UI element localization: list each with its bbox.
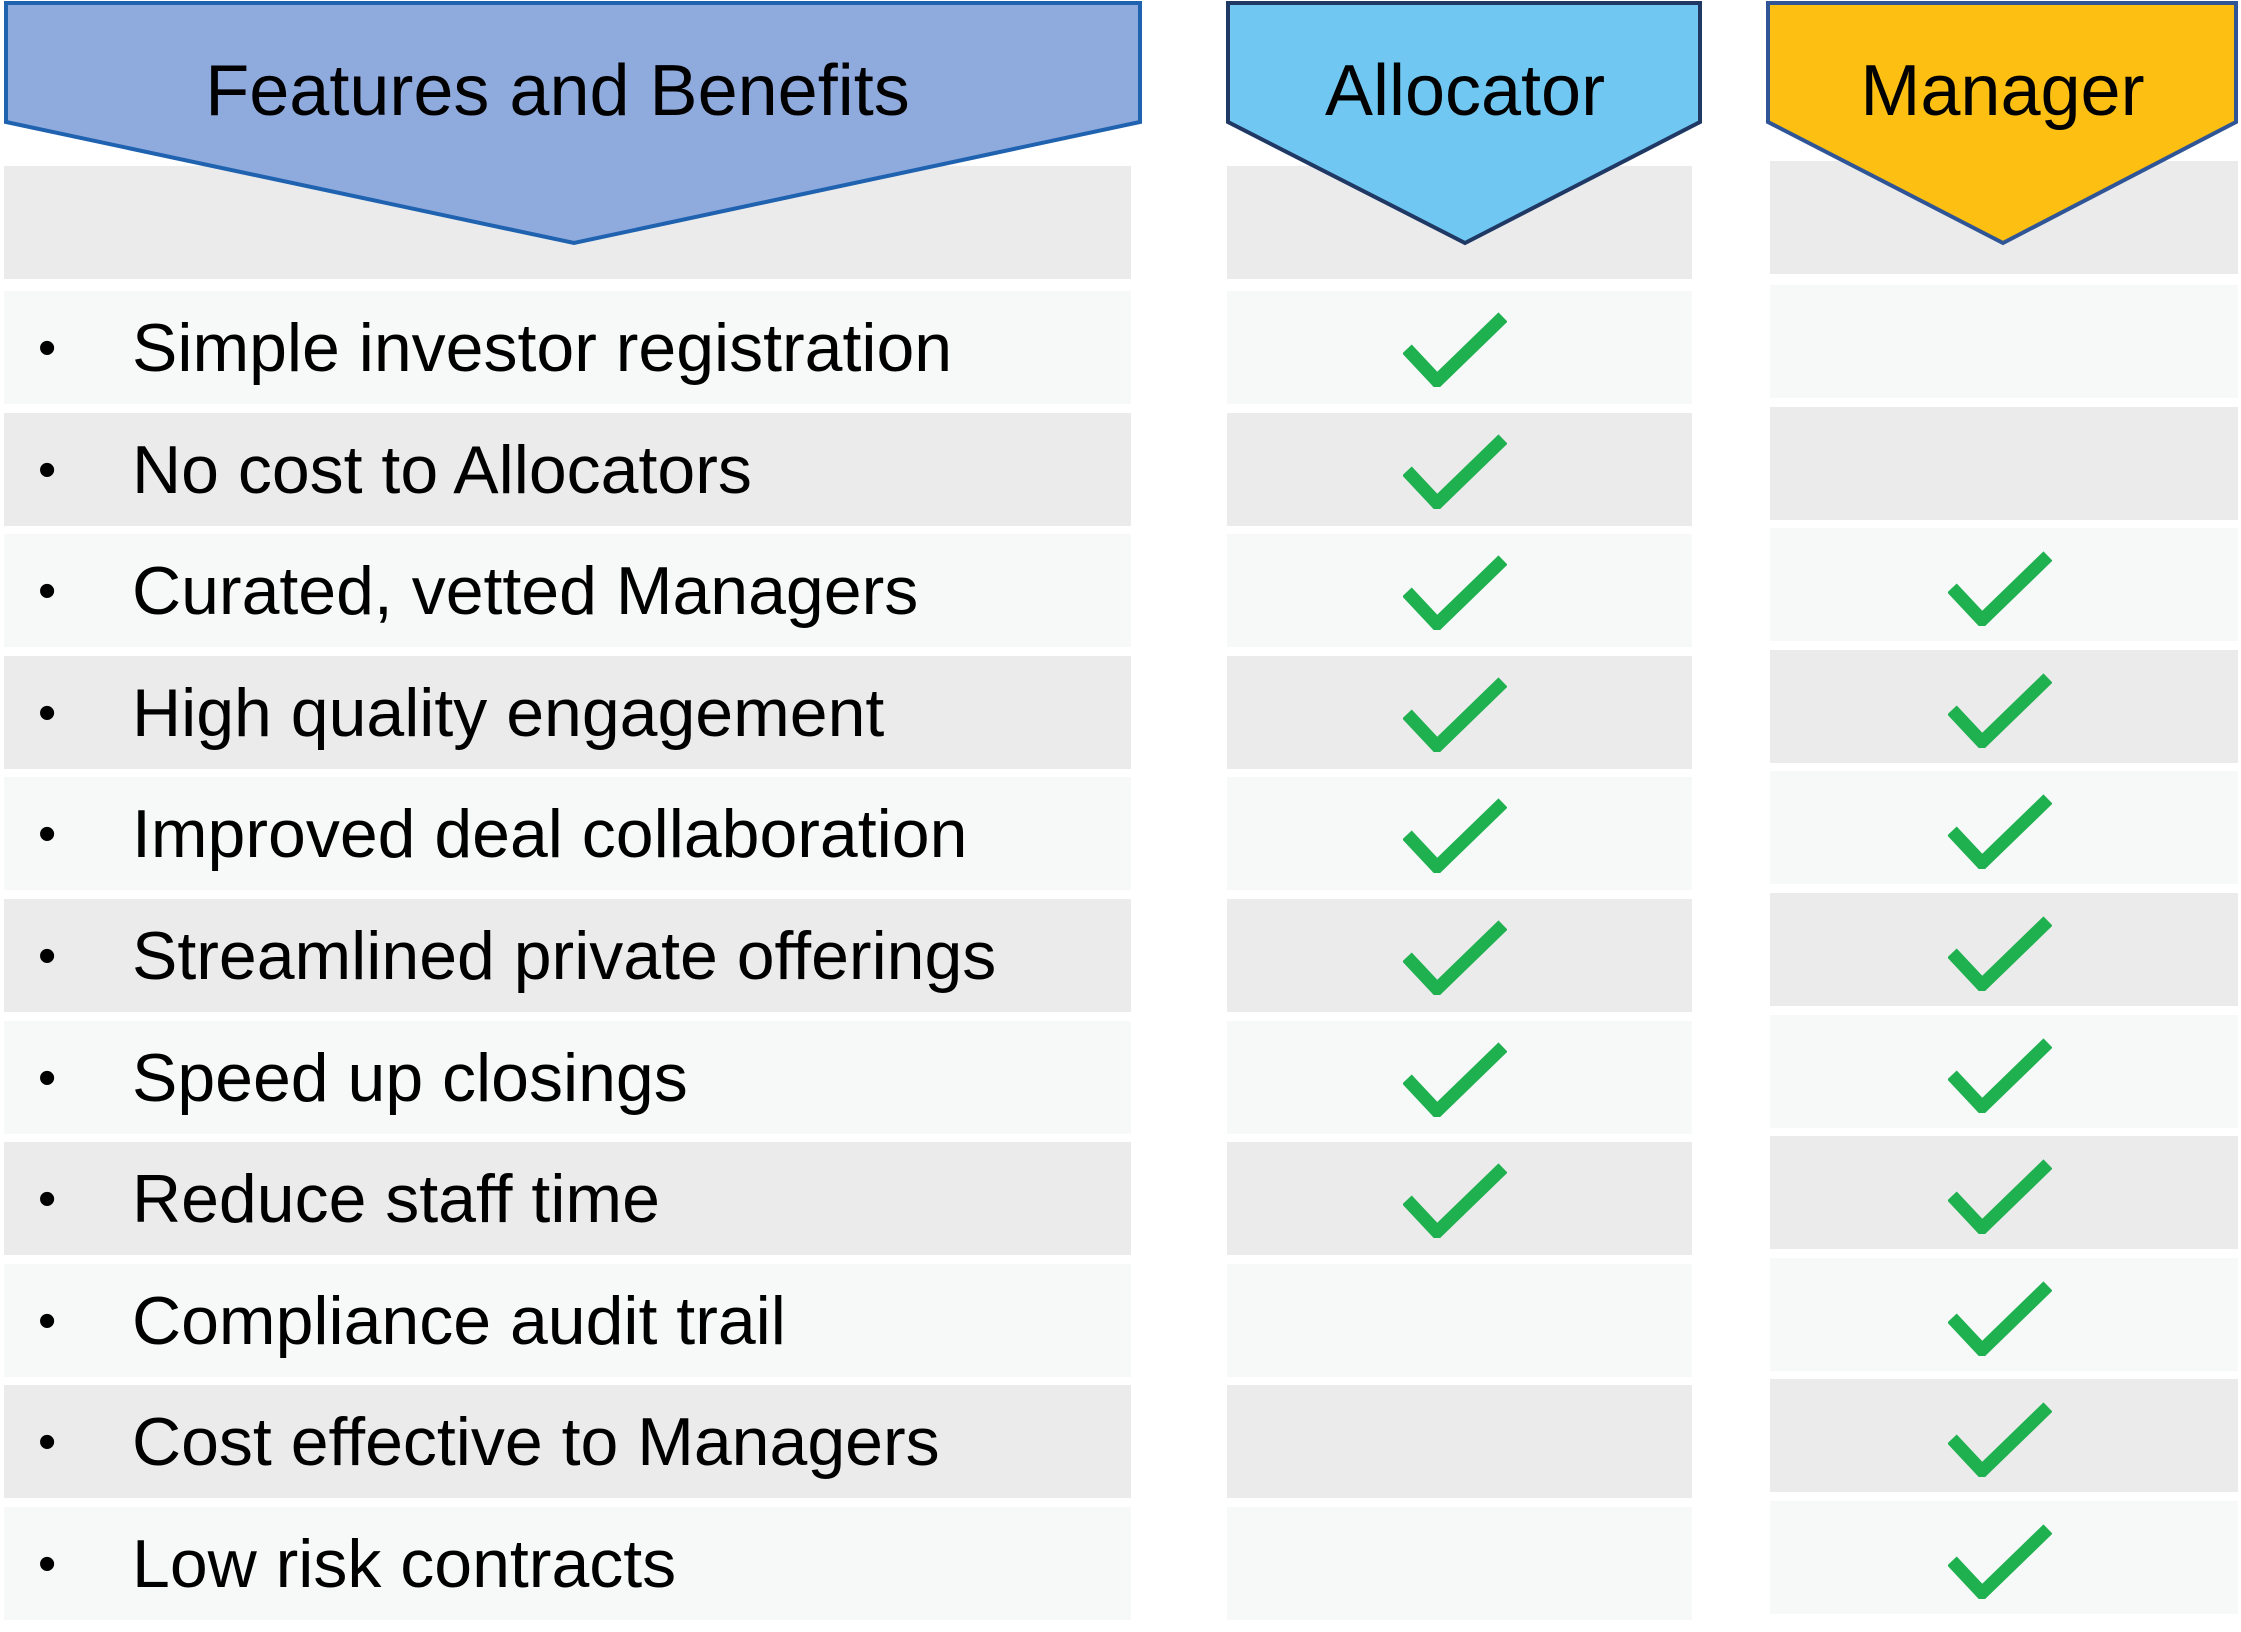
check-icon: [1403, 797, 1507, 873]
bullet-icon: •: [38, 440, 57, 499]
feature-row: • Streamlined private offerings: [4, 899, 1131, 1012]
bullet-icon: •: [38, 804, 57, 863]
bullet-icon: •: [38, 1048, 57, 1107]
features-header-label: Features and Benefits: [205, 51, 910, 131]
allocator-cell: [1227, 1142, 1692, 1255]
allocator-cell: [1227, 1264, 1692, 1377]
check-icon: [1403, 919, 1507, 995]
feature-row: • No cost to Allocators: [4, 413, 1131, 526]
allocator-cell: [1227, 1385, 1692, 1498]
check-icon: [1948, 915, 2052, 991]
allocator-cell: [1227, 1507, 1692, 1620]
allocator-header-banner: Allocator: [1224, 0, 1706, 250]
allocator-cell: [1227, 656, 1692, 769]
feature-label: Improved deal collaboration: [132, 795, 968, 872]
check-icon: [1948, 550, 2052, 626]
allocator-cell: [1227, 1021, 1692, 1134]
bullet-icon: •: [38, 1291, 57, 1350]
features-header-banner: Features and Benefits: [0, 0, 1145, 250]
feature-label: Cost effective to Managers: [132, 1403, 940, 1480]
manager-cell: [1770, 528, 2238, 641]
check-icon: [1948, 1158, 2052, 1234]
check-icon: [1403, 676, 1507, 752]
check-icon: [1403, 1162, 1507, 1238]
allocator-cell: [1227, 777, 1692, 890]
bullet-icon: •: [38, 1534, 57, 1593]
check-icon: [1948, 1523, 2052, 1599]
manager-cell: [1770, 1015, 2238, 1128]
manager-cell: [1770, 650, 2238, 763]
manager-cell: [1770, 771, 2238, 884]
feature-label: Speed up closings: [132, 1039, 688, 1116]
check-icon: [1948, 672, 2052, 748]
bullet-icon: •: [38, 1412, 57, 1471]
feature-row: • High quality engagement: [4, 656, 1131, 769]
check-icon: [1403, 433, 1507, 509]
feature-row: • Cost effective to Managers: [4, 1385, 1131, 1498]
allocator-cell: [1227, 534, 1692, 647]
manager-header-label: Manager: [1860, 51, 2145, 131]
feature-label: Low risk contracts: [132, 1525, 677, 1602]
bullet-icon: •: [38, 926, 57, 985]
manager-cell: [1770, 407, 2238, 520]
feature-label: Reduce staff time: [132, 1160, 660, 1237]
bullet-icon: •: [38, 1169, 57, 1228]
feature-label: Curated, vetted Managers: [132, 552, 919, 629]
allocator-header-label: Allocator: [1324, 51, 1606, 131]
feature-label: No cost to Allocators: [132, 431, 752, 508]
allocator-cell: [1227, 899, 1692, 1012]
feature-row: • Reduce staff time: [4, 1142, 1131, 1255]
bullet-icon: •: [38, 561, 57, 620]
allocator-cell: [1227, 291, 1692, 404]
feature-label: Streamlined private offerings: [132, 917, 997, 994]
feature-label: Compliance audit trail: [132, 1282, 786, 1359]
check-icon: [1403, 554, 1507, 630]
allocator-cell: [1227, 413, 1692, 526]
feature-row: • Low risk contracts: [4, 1507, 1131, 1620]
feature-label: Simple investor registration: [132, 309, 953, 386]
manager-cell: [1770, 1379, 2238, 1492]
check-icon: [1948, 1037, 2052, 1113]
feature-label: High quality engagement: [132, 674, 885, 751]
feature-row: • Simple investor registration: [4, 291, 1131, 404]
manager-cell: [1770, 1258, 2238, 1371]
manager-cell: [1770, 1501, 2238, 1614]
feature-row: • Improved deal collaboration: [4, 777, 1131, 890]
manager-header-banner: Manager: [1764, 0, 2241, 250]
manager-cell: [1770, 893, 2238, 1006]
feature-row: • Compliance audit trail: [4, 1264, 1131, 1377]
check-icon: [1403, 311, 1507, 387]
feature-row: • Curated, vetted Managers: [4, 534, 1131, 647]
manager-cell: [1770, 285, 2238, 398]
check-icon: [1948, 1280, 2052, 1356]
manager-cell: [1770, 1136, 2238, 1249]
check-icon: [1948, 1401, 2052, 1477]
check-icon: [1948, 793, 2052, 869]
bullet-icon: •: [38, 318, 57, 377]
check-icon: [1403, 1041, 1507, 1117]
bullet-icon: •: [38, 683, 57, 742]
feature-row: • Speed up closings: [4, 1021, 1131, 1134]
